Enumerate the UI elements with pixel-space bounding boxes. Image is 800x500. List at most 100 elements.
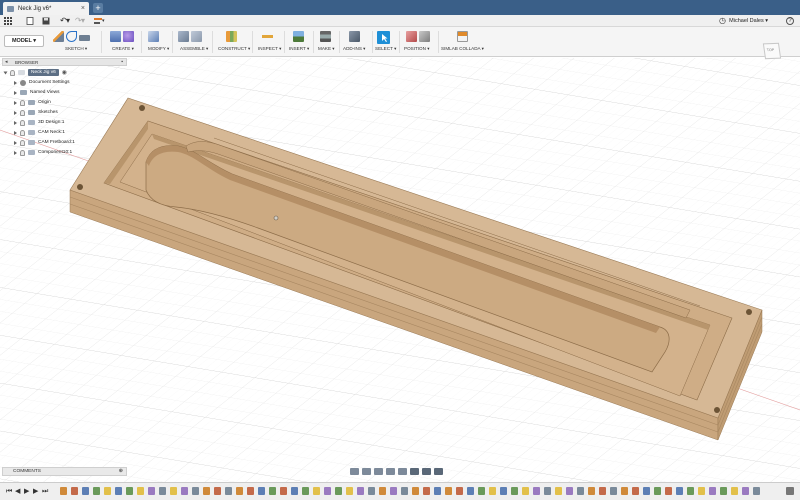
timeline-feature-icon[interactable] bbox=[456, 487, 463, 495]
create-sketch-icon[interactable] bbox=[53, 31, 64, 42]
view-cube[interactable]: TOP bbox=[762, 42, 782, 60]
browser-pin-icon[interactable]: ▪ bbox=[121, 59, 123, 66]
timeline-feature-icon[interactable] bbox=[82, 487, 89, 495]
timeline-feature-icon[interactable] bbox=[610, 487, 617, 495]
timeline-feature-icon[interactable] bbox=[522, 487, 529, 495]
view-cube-label[interactable]: TOP bbox=[767, 48, 775, 52]
grid-snaps-icon[interactable] bbox=[422, 468, 431, 475]
tree-item-sketches[interactable]: Sketches bbox=[14, 108, 58, 117]
timeline-feature-icon[interactable] bbox=[170, 487, 177, 495]
look-at-icon[interactable] bbox=[362, 468, 371, 475]
tree-item-cam-fretboard[interactable]: CAM Fretboard:1 bbox=[14, 138, 75, 147]
file-menu-icon[interactable] bbox=[26, 17, 34, 25]
browser-collapse-icon[interactable]: ◂ bbox=[5, 59, 8, 66]
timeline-feature-icon[interactable] bbox=[214, 487, 221, 495]
select-menu-label[interactable]: SELECT ▾ bbox=[375, 46, 396, 52]
timeline-feature-icon[interactable] bbox=[302, 487, 309, 495]
timeline-play-icon[interactable]: ▶ bbox=[24, 486, 29, 497]
insert-image-icon[interactable] bbox=[293, 31, 304, 42]
user-account-menu[interactable]: Michael Dales ▾ bbox=[729, 18, 768, 24]
visibility-bulb-icon[interactable] bbox=[20, 119, 25, 126]
expand-triangle-icon[interactable] bbox=[14, 110, 17, 115]
create-menu-label[interactable]: CREATE ▾ bbox=[112, 46, 134, 52]
extrude-icon[interactable] bbox=[110, 31, 121, 42]
timeline-feature-icon[interactable] bbox=[346, 487, 353, 495]
insert-menu-label[interactable]: INSERT ▾ bbox=[289, 46, 309, 52]
construct-menu-label[interactable]: CONSTRUCT ▾ bbox=[218, 46, 250, 52]
select-cursor-icon[interactable] bbox=[377, 31, 390, 44]
job-status-icon[interactable] bbox=[94, 17, 102, 25]
timeline-feature-icon[interactable] bbox=[192, 487, 199, 495]
timeline-feature-icon[interactable] bbox=[280, 487, 287, 495]
timeline-feature-icon[interactable] bbox=[181, 487, 188, 495]
position-menu-label[interactable]: POSITION ▾ bbox=[404, 46, 430, 52]
timeline-feature-icon[interactable] bbox=[445, 487, 452, 495]
revert-position-icon[interactable] bbox=[419, 31, 430, 42]
timeline-feature-icon[interactable] bbox=[753, 487, 760, 495]
modify-menu-label[interactable]: MODIFY ▾ bbox=[148, 46, 169, 52]
timeline-feature-icon[interactable] bbox=[148, 487, 155, 495]
visibility-bulb-icon[interactable] bbox=[20, 109, 25, 116]
3d-viewport[interactable] bbox=[0, 58, 800, 482]
timeline-settings-icon[interactable] bbox=[786, 487, 794, 495]
timeline-go-to-start-icon[interactable]: ⏮ bbox=[6, 486, 12, 497]
simlab-collada-menu-label[interactable]: SIMLAB COLLADA ▾ bbox=[441, 46, 484, 52]
timeline-feature-icon[interactable] bbox=[225, 487, 232, 495]
timeline-feature-icon[interactable] bbox=[698, 487, 705, 495]
timeline-feature-icon[interactable] bbox=[742, 487, 749, 495]
timeline-feature-icon[interactable] bbox=[709, 487, 716, 495]
fit-icon[interactable] bbox=[398, 468, 407, 475]
help-icon[interactable]: ? bbox=[786, 17, 794, 25]
tree-item-component10[interactable]: Component10:1 bbox=[14, 148, 72, 157]
timeline-feature-icon[interactable] bbox=[203, 487, 210, 495]
timeline-feature-icon[interactable] bbox=[599, 487, 606, 495]
timeline-feature-icon[interactable] bbox=[676, 487, 683, 495]
timeline-feature-icon[interactable] bbox=[566, 487, 573, 495]
joint-icon[interactable] bbox=[191, 31, 202, 42]
timeline-feature-icon[interactable] bbox=[236, 487, 243, 495]
display-settings-icon[interactable] bbox=[410, 468, 419, 475]
timeline-feature-icon[interactable] bbox=[159, 487, 166, 495]
browser-panel-header[interactable]: ◂ BROWSER ▪ bbox=[2, 58, 127, 66]
expand-triangle-icon[interactable] bbox=[14, 90, 17, 95]
line-tool-icon[interactable] bbox=[66, 31, 77, 42]
activate-radio-icon[interactable]: ◉ bbox=[62, 69, 67, 76]
timeline-feature-icon[interactable] bbox=[533, 487, 540, 495]
expand-triangle-icon[interactable] bbox=[14, 140, 17, 145]
timeline-feature-icon[interactable] bbox=[93, 487, 100, 495]
timeline-feature-icon[interactable] bbox=[511, 487, 518, 495]
sphere-icon[interactable] bbox=[123, 31, 134, 42]
timeline-feature-icon[interactable] bbox=[654, 487, 661, 495]
tree-item-origin[interactable]: Origin bbox=[14, 98, 51, 107]
timeline-feature-icon[interactable] bbox=[126, 487, 133, 495]
tree-item-3d-design[interactable]: 3D Design:1 bbox=[14, 118, 64, 127]
pan-icon[interactable] bbox=[374, 468, 383, 475]
addins-menu-label[interactable]: ADD-INS ▾ bbox=[343, 46, 365, 52]
timeline-step-back-icon[interactable]: ◀ bbox=[15, 486, 20, 497]
timeline-feature-icon[interactable] bbox=[434, 487, 441, 495]
expand-triangle-icon[interactable] bbox=[14, 80, 17, 85]
document-tab[interactable]: Neck Jig v6* × bbox=[3, 2, 89, 15]
origin-marker[interactable] bbox=[273, 215, 279, 221]
timeline-feature-icon[interactable] bbox=[731, 487, 738, 495]
timeline-feature-icon[interactable] bbox=[412, 487, 419, 495]
timeline-feature-icon[interactable] bbox=[632, 487, 639, 495]
timeline-feature-icon[interactable] bbox=[489, 487, 496, 495]
new-tab-button[interactable]: + bbox=[93, 3, 103, 13]
tree-item-document-settings[interactable]: Document Settings bbox=[14, 78, 70, 87]
offset-plane-icon[interactable] bbox=[226, 31, 237, 42]
timeline-feature-icon[interactable] bbox=[478, 487, 485, 495]
timeline-feature-icon[interactable] bbox=[104, 487, 111, 495]
timeline-feature-icon[interactable] bbox=[467, 487, 474, 495]
timeline-feature-icon[interactable] bbox=[379, 487, 386, 495]
timeline-go-to-end-icon[interactable]: ⏭ bbox=[42, 486, 48, 497]
close-tab-button[interactable]: × bbox=[81, 5, 89, 12]
timeline-feature-icon[interactable] bbox=[368, 487, 375, 495]
timeline[interactable]: ⏮ ◀ ▶ ▶ ⏭ bbox=[0, 482, 800, 500]
capture-position-icon[interactable] bbox=[406, 31, 417, 42]
timeline-feature-icon[interactable] bbox=[137, 487, 144, 495]
timeline-feature-icon[interactable] bbox=[720, 487, 727, 495]
visibility-bulb-icon[interactable] bbox=[20, 99, 25, 106]
timeline-feature-icon[interactable] bbox=[621, 487, 628, 495]
scripts-addins-icon[interactable] bbox=[349, 31, 360, 42]
